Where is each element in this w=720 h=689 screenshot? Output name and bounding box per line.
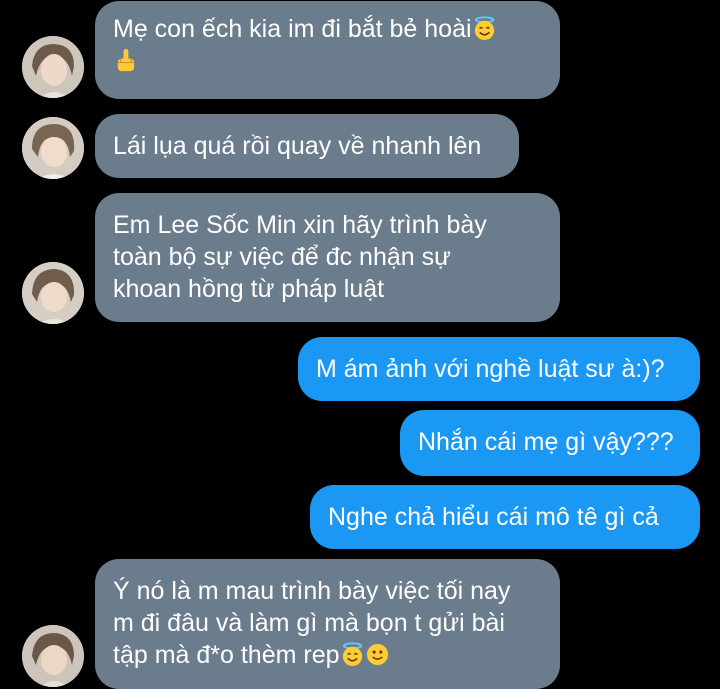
avatar-portrait-icon bbox=[22, 117, 84, 179]
message-text: M ám ảnh với nghề luật sư à:)? bbox=[316, 355, 665, 383]
message-bubble-outgoing[interactable]: Nghe chả hiểu cái mô tê gì cả bbox=[310, 485, 700, 549]
message-text: tập mà đ*o thèm rep bbox=[113, 641, 340, 669]
contact-avatar[interactable] bbox=[22, 36, 84, 98]
message-bubble-incoming[interactable]: Lái lụa quá rồi quay về nhanh lên bbox=[95, 114, 519, 178]
slightly-smiling-face-icon bbox=[366, 643, 388, 666]
avatar-portrait-icon bbox=[22, 262, 84, 324]
message-text: m đi đâu và làm gì mà bọn t gửi bài bbox=[113, 609, 505, 637]
message-text: Nhắn cái mẹ gì vậy??? bbox=[418, 428, 674, 456]
contact-avatar[interactable] bbox=[22, 262, 84, 324]
message-text: khoan hồng từ pháp luật bbox=[113, 275, 385, 303]
contact-avatar[interactable] bbox=[22, 625, 84, 687]
message-bubble-outgoing[interactable]: M ám ảnh với nghề luật sư à:)? bbox=[298, 337, 700, 401]
contact-avatar[interactable] bbox=[22, 117, 84, 179]
message-bubble-incoming[interactable]: Mẹ con ếch kia im đi bắt bẻ hoài bbox=[95, 1, 560, 99]
avatar-portrait-icon bbox=[22, 36, 84, 98]
smiling-face-with-halo-icon bbox=[474, 16, 494, 41]
message-text: Mẹ con ếch kia im đi bắt bẻ hoài bbox=[113, 15, 472, 43]
message-text: Nghe chả hiểu cái mô tê gì cả bbox=[328, 503, 659, 531]
message-bubble-outgoing[interactable]: Nhắn cái mẹ gì vậy??? bbox=[400, 410, 700, 476]
smiling-face-with-halo-icon bbox=[342, 642, 362, 667]
message-bubble-incoming[interactable]: Em Lee Sốc Min xin hãy trình bày toàn bộ… bbox=[95, 193, 560, 322]
middle-finger-icon bbox=[117, 48, 135, 72]
avatar-portrait-icon bbox=[22, 625, 84, 687]
message-text: Em Lee Sốc Min xin hãy trình bày bbox=[113, 211, 487, 239]
message-bubble-incoming[interactable]: Ý nó là m mau trình bày việc tối nay m đ… bbox=[95, 559, 560, 689]
message-text: toàn bộ sự việc để đc nhận sự bbox=[113, 243, 451, 271]
message-text: Ý nó là m mau trình bày việc tối nay bbox=[113, 577, 511, 605]
message-text: Lái lụa quá rồi quay về nhanh lên bbox=[113, 132, 482, 160]
